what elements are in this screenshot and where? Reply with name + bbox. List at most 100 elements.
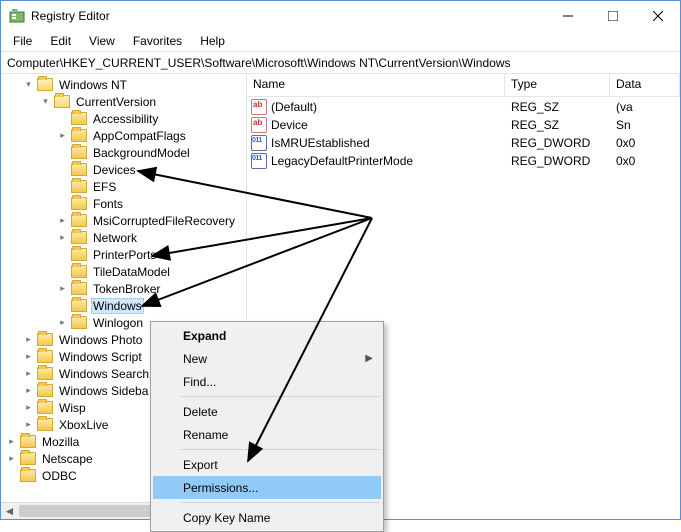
expand-icon[interactable]: ▸ bbox=[22, 384, 35, 397]
value-type: REG_DWORD bbox=[505, 136, 610, 150]
ctx-delete[interactable]: Delete bbox=[153, 400, 381, 423]
tree-label: Network bbox=[91, 231, 139, 245]
folder-icon bbox=[37, 418, 53, 431]
expand-icon[interactable]: ▸ bbox=[56, 282, 69, 295]
tree-label: Windows Script bbox=[57, 350, 144, 364]
value-row[interactable]: LegacyDefaultPrinterModeREG_DWORD0x0 bbox=[247, 152, 680, 170]
folder-icon bbox=[54, 95, 70, 108]
folder-icon bbox=[37, 384, 53, 397]
col-data[interactable]: Data bbox=[610, 74, 680, 96]
ctx-copy-key-name[interactable]: Copy Key Name bbox=[153, 506, 381, 529]
col-name[interactable]: Name bbox=[247, 74, 505, 96]
expand-icon[interactable]: ▾ bbox=[39, 95, 52, 108]
folder-icon bbox=[71, 299, 87, 312]
expand-icon[interactable]: ▸ bbox=[56, 129, 69, 142]
tree-node[interactable]: ▸ MsiCorruptedFileRecovery bbox=[1, 212, 246, 229]
folder-icon bbox=[71, 129, 87, 142]
tree-node[interactable]: ▸BackgroundModel bbox=[1, 144, 246, 161]
tree-node[interactable]: ▸EFS bbox=[1, 178, 246, 195]
expand-icon[interactable]: ▸ bbox=[56, 231, 69, 244]
tree-label: Windows bbox=[91, 298, 144, 314]
ctx-new[interactable]: New▶ bbox=[153, 347, 381, 370]
value-name: LegacyDefaultPrinterMode bbox=[271, 154, 413, 168]
tree-node[interactable]: ▸Fonts bbox=[1, 195, 246, 212]
address-bar[interactable]: Computer\HKEY_CURRENT_USER\Software\Micr… bbox=[1, 52, 680, 74]
folder-icon bbox=[37, 350, 53, 363]
tree-node[interactable]: ▸Windows bbox=[1, 297, 246, 314]
ctx-find[interactable]: Find... bbox=[153, 370, 381, 393]
menu-help[interactable]: Help bbox=[192, 32, 233, 50]
ctx-export[interactable]: Export bbox=[153, 453, 381, 476]
tree-label: MsiCorruptedFileRecovery bbox=[91, 214, 237, 228]
maximize-button[interactable] bbox=[590, 1, 635, 31]
ctx-expand[interactable]: Expand bbox=[153, 324, 381, 347]
tree-label: Mozilla bbox=[40, 435, 81, 449]
expand-icon[interactable]: ▸ bbox=[22, 367, 35, 380]
tree-node[interactable]: ▸TileDataModel bbox=[1, 263, 246, 280]
titlebar[interactable]: Registry Editor bbox=[1, 1, 680, 31]
separator bbox=[181, 396, 379, 397]
expand-icon[interactable]: ▸ bbox=[22, 333, 35, 346]
dword-value-icon bbox=[251, 135, 267, 151]
tree-label: Winlogon bbox=[91, 316, 145, 330]
menu-favorites[interactable]: Favorites bbox=[125, 32, 190, 50]
separator bbox=[181, 502, 379, 503]
minimize-button[interactable] bbox=[545, 1, 590, 31]
value-name: IsMRUEstablished bbox=[271, 136, 370, 150]
value-name: (Default) bbox=[271, 100, 317, 114]
tree-node[interactable]: ▸Devices bbox=[1, 161, 246, 178]
chevron-right-icon: ▶ bbox=[365, 353, 373, 364]
folder-icon bbox=[71, 214, 87, 227]
folder-icon bbox=[71, 146, 87, 159]
value-row[interactable]: DeviceREG_SZSn bbox=[247, 116, 680, 134]
folder-icon bbox=[71, 265, 87, 278]
value-row[interactable]: (Default)REG_SZ(va bbox=[247, 98, 680, 116]
tree-label: Windows NT bbox=[57, 78, 129, 92]
value-type: REG_SZ bbox=[505, 118, 610, 132]
tree-label: TokenBroker bbox=[91, 282, 162, 296]
expand-icon[interactable]: ▸ bbox=[22, 350, 35, 363]
string-value-icon bbox=[251, 99, 267, 115]
folder-icon bbox=[37, 333, 53, 346]
tree-node[interactable]: ▾ CurrentVersion bbox=[1, 93, 246, 110]
menu-edit[interactable]: Edit bbox=[42, 32, 79, 50]
expand-icon[interactable]: ▾ bbox=[22, 78, 35, 91]
expand-icon[interactable]: ▸ bbox=[5, 452, 18, 465]
folder-icon bbox=[71, 316, 87, 329]
folder-icon bbox=[71, 282, 87, 295]
tree-label: Windows Search bbox=[57, 367, 151, 381]
tree-label: AppCompatFlags bbox=[91, 129, 188, 143]
tree-label: Windows Photo bbox=[57, 333, 144, 347]
ctx-rename[interactable]: Rename bbox=[153, 423, 381, 446]
folder-icon bbox=[37, 367, 53, 380]
expand-icon[interactable]: ▸ bbox=[5, 435, 18, 448]
menu-file[interactable]: File bbox=[5, 32, 40, 50]
expand-icon[interactable]: ▸ bbox=[22, 418, 35, 431]
col-type[interactable]: Type bbox=[505, 74, 610, 96]
expand-icon[interactable]: ▸ bbox=[56, 214, 69, 227]
value-data: 0x0 bbox=[610, 154, 680, 168]
folder-icon bbox=[71, 180, 87, 193]
close-button[interactable] bbox=[635, 1, 680, 31]
tree-node[interactable]: ▾ Windows NT bbox=[1, 76, 246, 93]
expand-icon[interactable]: ▸ bbox=[22, 401, 35, 414]
folder-icon bbox=[71, 163, 87, 176]
tree-node[interactable]: ▸ Network bbox=[1, 229, 246, 246]
tree-label: CurrentVersion bbox=[74, 95, 158, 109]
folder-icon bbox=[37, 401, 53, 414]
dword-value-icon bbox=[251, 153, 267, 169]
tree-node[interactable]: ▸ AppCompatFlags bbox=[1, 127, 246, 144]
value-type: REG_SZ bbox=[505, 100, 610, 114]
expand-icon[interactable]: ▸ bbox=[56, 316, 69, 329]
ctx-permissions[interactable]: Permissions... bbox=[153, 476, 381, 499]
tree-node[interactable]: ▸PrinterPorts bbox=[1, 246, 246, 263]
value-name: Device bbox=[271, 118, 308, 132]
separator bbox=[181, 449, 379, 450]
tree-node[interactable]: ▸ TokenBroker bbox=[1, 280, 246, 297]
context-menu: Expand New▶ Find... Delete Rename Export… bbox=[150, 321, 384, 532]
regedit-icon bbox=[9, 8, 25, 24]
tree-node[interactable]: ▸Accessibility bbox=[1, 110, 246, 127]
menu-view[interactable]: View bbox=[81, 32, 123, 50]
tree-label: Accessibility bbox=[91, 112, 160, 126]
value-row[interactable]: IsMRUEstablishedREG_DWORD0x0 bbox=[247, 134, 680, 152]
